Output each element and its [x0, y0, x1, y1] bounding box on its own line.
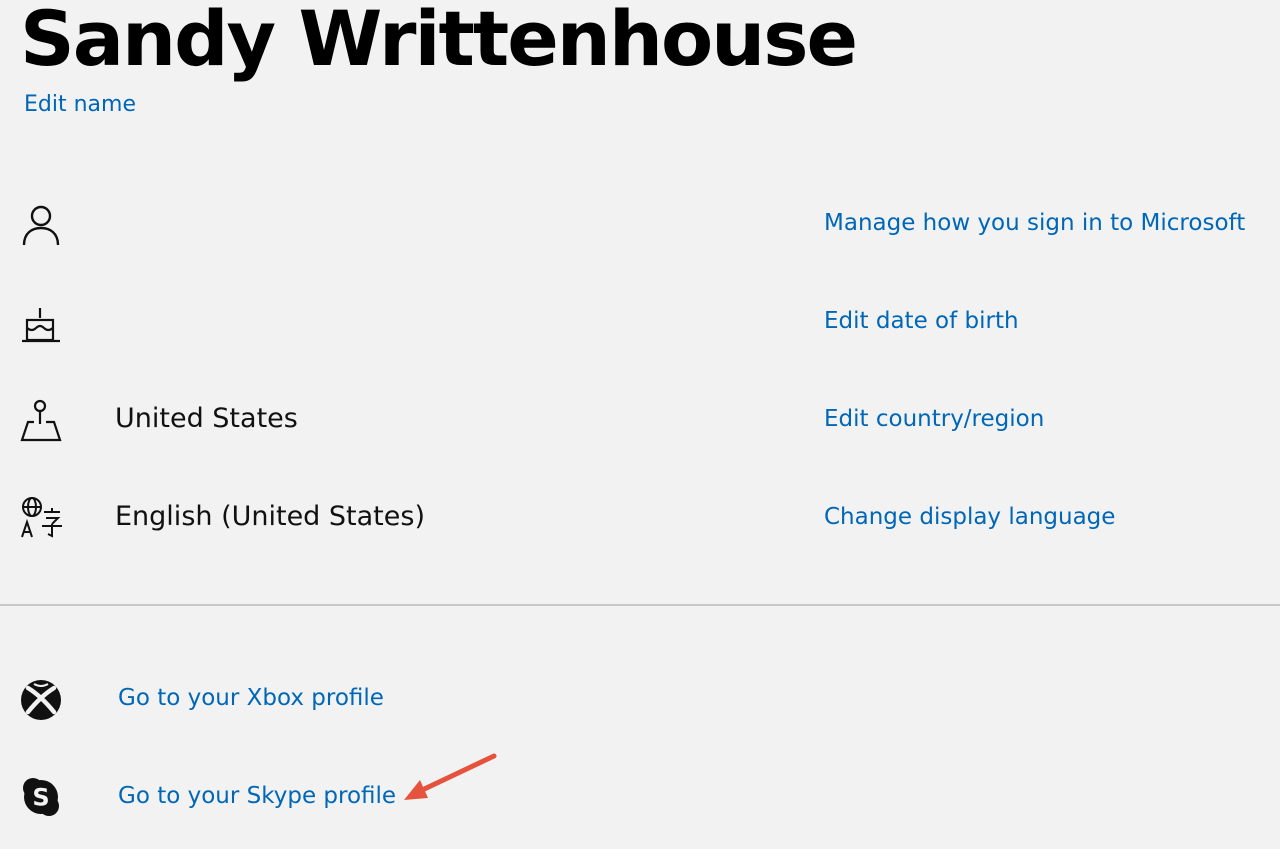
change-display-language-link[interactable]: Change display language — [824, 501, 1115, 533]
language-value: English (United States) — [115, 501, 425, 532]
edit-name-link[interactable]: Edit name — [24, 90, 136, 120]
birthday-cake-icon — [20, 304, 64, 348]
country-value: United States — [115, 403, 298, 434]
section-divider — [0, 604, 1280, 606]
map-pin-icon — [20, 398, 64, 442]
skype-icon: S — [20, 775, 64, 819]
language-icon — [20, 496, 64, 540]
xbox-profile-link[interactable]: Go to your Xbox profile — [118, 682, 384, 714]
edit-country-region-link[interactable]: Edit country/region — [824, 403, 1044, 435]
edit-date-of-birth-link[interactable]: Edit date of birth — [824, 305, 1019, 337]
account-info-page: Sandy Writtenhouse Edit name Manage how … — [0, 0, 1280, 849]
skype-profile-link[interactable]: Go to your Skype profile — [118, 780, 396, 812]
svg-text:S: S — [32, 784, 49, 812]
annotation-arrow — [404, 753, 497, 800]
manage-sign-in-link[interactable]: Manage how you sign in to Microsoft — [824, 207, 1245, 239]
person-icon — [20, 203, 64, 247]
xbox-icon — [20, 678, 64, 722]
profile-name: Sandy Writtenhouse — [20, 0, 858, 83]
